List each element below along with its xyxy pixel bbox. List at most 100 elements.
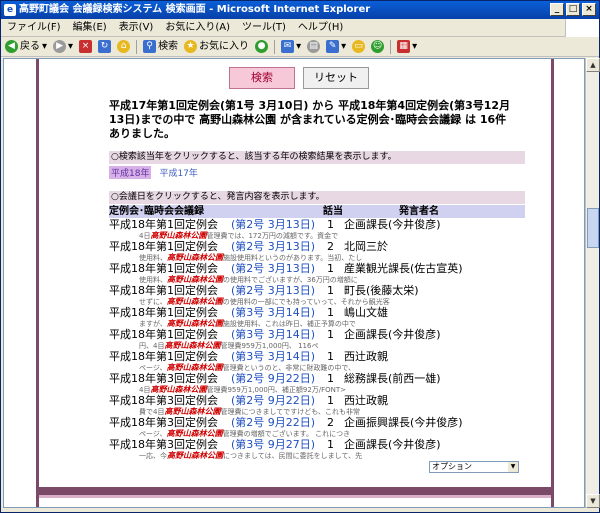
option-select[interactable]: オプション ▼ [429, 461, 519, 473]
search-toolbar-button[interactable]: ⚲ 検索 [143, 37, 178, 57]
search-button[interactable]: 検索 [229, 67, 295, 89]
snippet-keyword: 高野山森林公園 [150, 385, 207, 394]
menu-bar: ファイル(F) 編集(E) 表示(V) お気に入り(A) ツール(T) ヘルプ(… [1, 19, 599, 37]
result-session: 平成18年第1回定例会 [109, 328, 218, 341]
window-title: 高野町議会 会議録検索システム 検索画面 - Microsoft Interne… [19, 4, 371, 15]
snippet-before: 一応、今 [139, 452, 167, 460]
footer-stripe [39, 495, 551, 498]
snippet-keyword: 高野山森林公園 [166, 319, 223, 328]
snippet-before: 使用料、 [139, 254, 167, 262]
snippet-keyword: 高野山森林公園 [164, 407, 221, 416]
result-date-link[interactable]: (第2号 9月22日) [231, 395, 315, 406]
folder-icon: ▭ [352, 40, 366, 53]
media-icon: ● [255, 40, 269, 53]
result-date-link[interactable]: (第2号 3月13日) [231, 285, 315, 296]
edit-button[interactable]: ✎ ▾ [326, 37, 346, 57]
snippet-keyword: 高野山森林公園 [167, 253, 223, 262]
folder-button[interactable]: ▭ [352, 40, 366, 53]
mail-button[interactable]: ✉ ▾ [281, 37, 301, 57]
star-icon: ★ [184, 40, 198, 53]
media-button[interactable]: ● [255, 40, 269, 53]
result-turn: 1 [327, 438, 334, 451]
page-content: 検索 リセット 平成17年第1回定例会(第1号 3月10日) から 平成18年第… [3, 58, 585, 508]
year-link-h18[interactable]: 平成18年 [109, 166, 152, 179]
result-speaker: 産業観光課長(佐古宣英) [344, 262, 463, 275]
stop-button[interactable]: × [79, 40, 93, 53]
result-turn: 1 [327, 262, 334, 275]
result-date-link[interactable]: (第3号 3月14日) [231, 351, 315, 362]
snippet-after: 管理費につきましてですけども、これも非常 [220, 408, 361, 416]
snippet-after: 管理費というのと、非常に財政難の中で、 [222, 364, 356, 372]
home-icon: ⌂ [117, 40, 131, 53]
result-row: 平成18年第1回定例会 (第2号 3月13日) 1 企画課長(今井俊彦) [109, 219, 525, 230]
favorites-button[interactable]: ★ お気に入り [184, 37, 249, 57]
maximize-button[interactable]: □ [566, 3, 580, 16]
menu-file[interactable]: ファイル(F) [7, 19, 61, 36]
snippet-keyword: 高野山森林公園 [166, 429, 223, 438]
vertical-scrollbar[interactable]: ▲ ▼ [585, 58, 600, 508]
print-icon: ▤ [307, 40, 321, 53]
result-row: 平成18年第1回定例会 (第3号 3月14日) 1 西辻政親 [109, 351, 525, 362]
snippet-before: 費で4目 [139, 408, 165, 416]
snippet-keyword: 高野山森林公園 [167, 275, 223, 284]
snippet-after: 管理費959万1,000円、補正額92万/FONT> [206, 386, 347, 394]
menu-favorites[interactable]: お気に入り(A) [165, 19, 230, 36]
year-link-h17[interactable]: 平成17年 [159, 166, 197, 179]
snippet-after: 管理費の増額でございます。 これにつき [222, 430, 351, 438]
minimize-button[interactable]: _ [550, 3, 564, 16]
scroll-thumb[interactable] [587, 208, 599, 248]
snippet-keyword: 高野山森林公園 [166, 297, 223, 306]
header-turn: 話当 [323, 206, 343, 217]
result-row: 平成18年第1回定例会 (第2号 3月13日) 2 北岡三於 [109, 241, 525, 252]
result-row: 平成18年第3回定例会 (第2号 9月22日) 1 総務課長(前西一雄) [109, 373, 525, 384]
home-button[interactable]: ⌂ [117, 40, 131, 53]
research-button[interactable]: ▦ ▾ [397, 37, 417, 57]
snippet-before: 使用料、 [139, 276, 167, 284]
result-date-link[interactable]: (第2号 3月13日) [231, 263, 315, 274]
result-row: 平成18年第3回定例会 (第2号 9月22日) 2 企画振興課長(今井俊彦) [109, 417, 525, 428]
year-instruction: ○検索該当年をクリックすると、該当する年の検索結果を表示します。 [109, 151, 525, 164]
stop-icon: × [79, 40, 93, 53]
snippet-before: 4日 [139, 232, 151, 240]
windows-logo-icon [565, 19, 599, 37]
result-turn: 1 [327, 394, 334, 407]
result-speaker: 企画振興課長(今井俊彦) [344, 416, 463, 429]
result-session: 平成18年第3回定例会 [109, 394, 218, 407]
messenger-button[interactable]: ☺ [371, 40, 385, 53]
menu-help[interactable]: ヘルプ(H) [298, 19, 343, 36]
scroll-down-arrow-icon[interactable]: ▼ [586, 494, 600, 508]
result-session: 平成18年第1回定例会 [109, 306, 218, 319]
scroll-up-arrow-icon[interactable]: ▲ [586, 58, 600, 72]
result-date-link[interactable]: (第3号 9月27日) [231, 439, 315, 450]
result-date-link[interactable]: (第2号 9月22日) [231, 417, 315, 428]
toolbar-separator [390, 39, 392, 54]
result-date-link[interactable]: (第3号 3月14日) [231, 329, 315, 340]
result-session: 平成18年第3回定例会 [109, 416, 218, 429]
snippet-before: ページ、 [139, 430, 167, 438]
footer-bar [39, 487, 551, 495]
result-turn: 1 [327, 218, 334, 231]
result-session: 平成18年第1回定例会 [109, 262, 218, 275]
refresh-button[interactable]: ↻ [98, 40, 112, 53]
menu-tools[interactable]: ツール(T) [242, 19, 286, 36]
result-date-link[interactable]: (第3号 3月14日) [231, 307, 315, 318]
result-session: 平成18年第1回定例会 [109, 350, 218, 363]
snippet-before: ページ、 [139, 364, 167, 372]
result-date-link[interactable]: (第2号 9月22日) [231, 373, 315, 384]
reset-button[interactable]: リセット [303, 67, 369, 89]
result-speaker: 西辻政親 [344, 394, 388, 407]
menu-view[interactable]: 表示(V) [119, 19, 154, 36]
close-button[interactable]: × [582, 3, 596, 16]
result-speaker: 企画課長(今井俊彦) [344, 438, 441, 451]
print-button[interactable]: ▤ [307, 40, 321, 53]
result-row: 平成18年第1回定例会 (第2号 3月13日) 1 産業観光課長(佐古宣英) [109, 263, 525, 274]
back-button[interactable]: ◀ 戻る ▾ [5, 37, 47, 57]
result-date-link[interactable]: (第2号 3月13日) [231, 219, 315, 230]
refresh-icon: ↻ [98, 40, 112, 53]
result-date-link[interactable]: (第2号 3月13日) [231, 241, 315, 252]
menu-edit[interactable]: 編集(E) [73, 19, 107, 36]
snippet-after: 管理費では、172万円の減額です。資金で [206, 232, 339, 240]
browser-window: e 高野町議会 会議録検索システム 検索画面 - Microsoft Inter… [0, 0, 600, 513]
snippet-keyword: 高野山森林公園 [167, 451, 223, 460]
forward-button[interactable]: ▶ ▾ [53, 37, 73, 57]
